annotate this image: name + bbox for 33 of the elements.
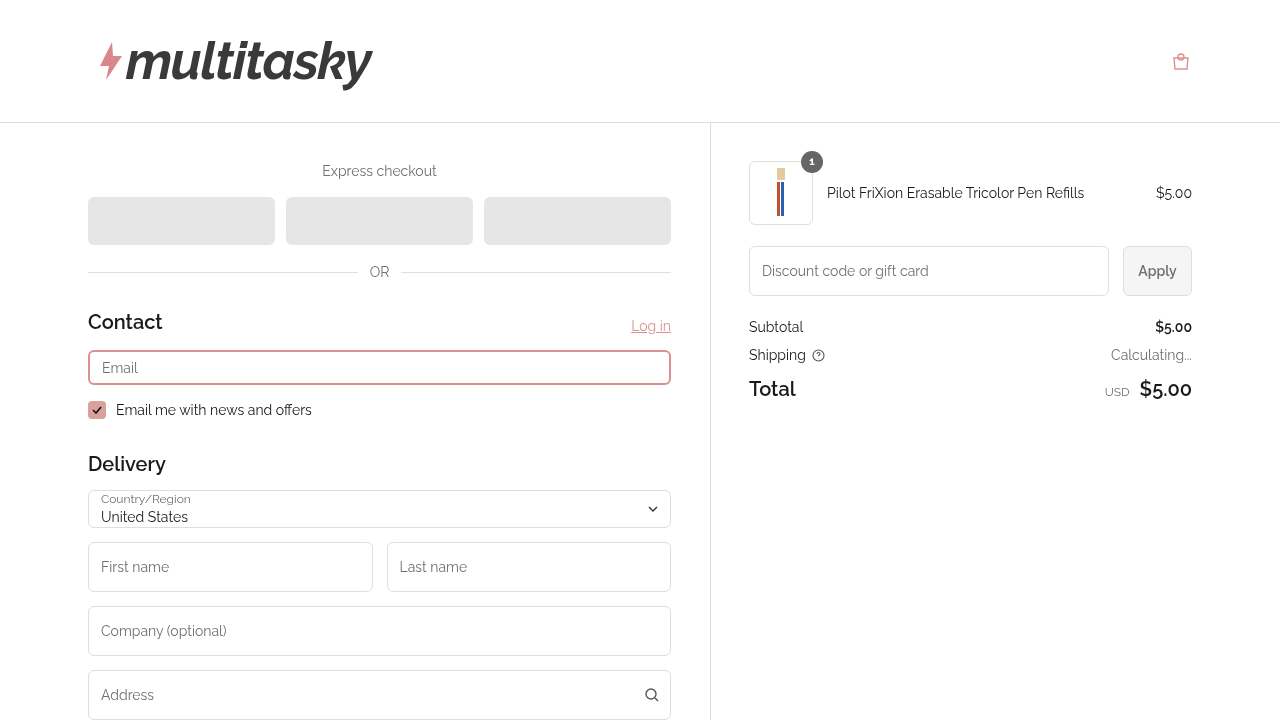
pen-pack-drawing (776, 168, 786, 218)
search-icon (645, 688, 659, 702)
summary-label: Shipping (749, 346, 806, 365)
shopping-bag-icon[interactable] (1172, 51, 1190, 71)
discount-field[interactable]: Discount code or gift card (749, 246, 1109, 296)
summary-value: $5.00 (1155, 318, 1192, 337)
total-value: $5.00 (1139, 376, 1192, 403)
apply-button[interactable]: Apply (1123, 246, 1192, 296)
input-field[interactable]: Last name (386, 542, 671, 592)
checkbox[interactable] (88, 401, 106, 419)
country-select[interactable]: Country/Region United States (88, 490, 671, 528)
summary-label: Subtotal (749, 318, 804, 337)
section-heading: Delivery (88, 451, 167, 478)
total-label: Total (749, 376, 796, 403)
product-name: Pilot FriXion Erasable Tricolor Pen Refills (827, 184, 1086, 203)
product-price: $5.00 (1155, 184, 1192, 203)
email-field[interactable]: Email (88, 350, 671, 385)
summary-value: Calculating... (1111, 346, 1192, 365)
currency-code: USD (1104, 384, 1130, 400)
input-field[interactable]: First name (88, 542, 373, 592)
input-field[interactable]: Company (optional) (88, 606, 671, 656)
lightning-bolt-icon (100, 42, 122, 80)
quantity-badge: 1 (801, 151, 823, 173)
checkbox-label: Email me with news and offers (116, 401, 312, 420)
select-value: United States (101, 508, 189, 527)
input-field[interactable]: Address (88, 670, 671, 720)
express-checkout-label: Express checkout (321, 162, 438, 181)
help-icon[interactable] (811, 348, 825, 362)
checkmark-icon (92, 406, 102, 414)
chevron-down-icon (648, 506, 658, 512)
divider-label: OR (369, 263, 390, 282)
section-heading: Contact (88, 309, 163, 336)
select-label: Country/Region (101, 491, 191, 507)
